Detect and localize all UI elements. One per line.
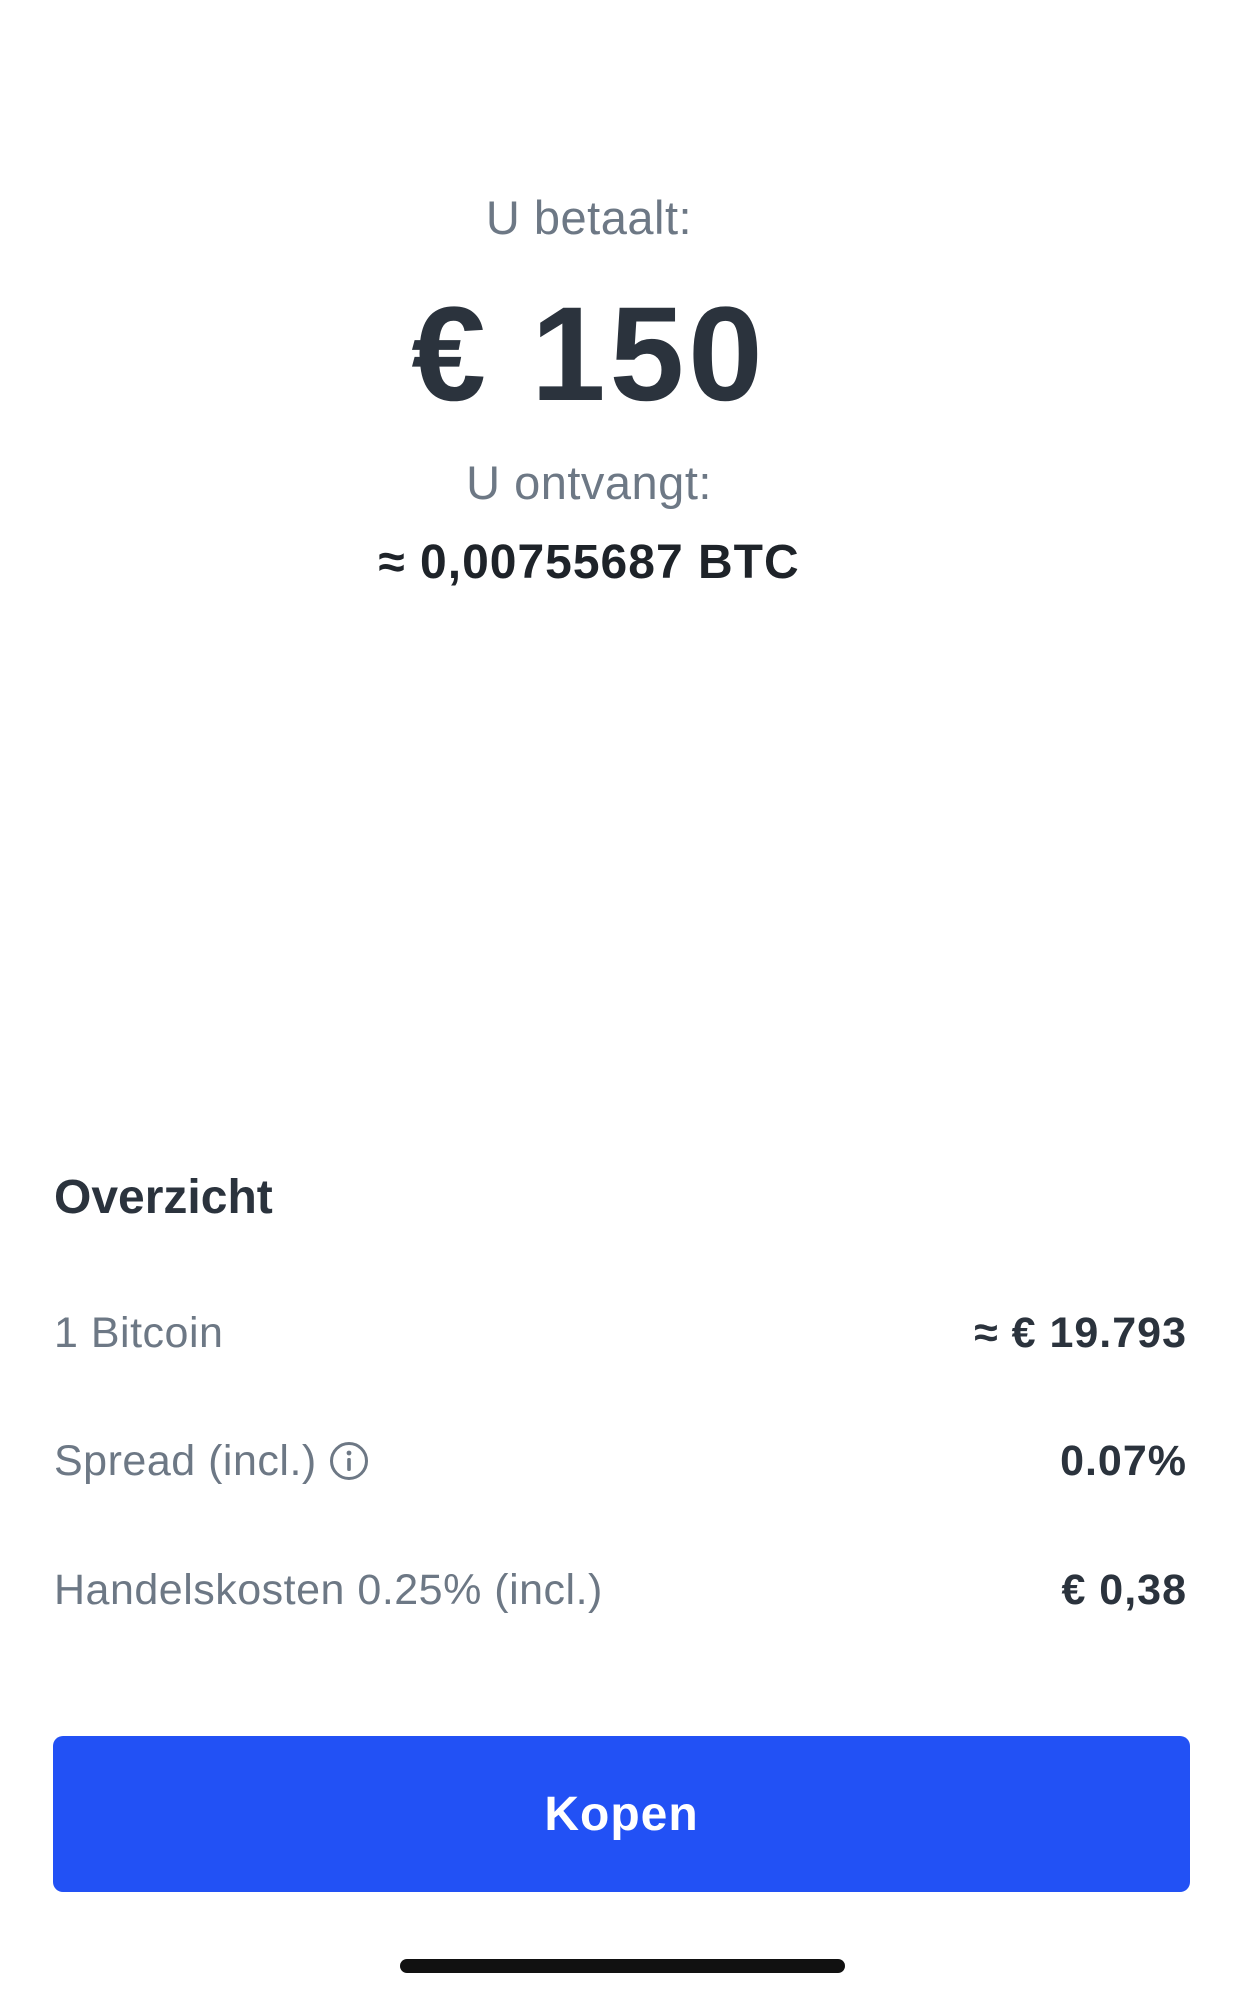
overview-row-label-text: Spread (incl.) [54, 1436, 317, 1485]
info-icon[interactable] [329, 1441, 369, 1481]
overview-row-trading-fee: Handelskosten 0.25% (incl.) € 0,38 [54, 1560, 1187, 1620]
overview-row-bitcoin-price: 1 Bitcoin ≈ € 19.793 [54, 1303, 1187, 1363]
overview-title: Overzicht [54, 1171, 273, 1224]
overview-row-label-text: Handelskosten 0.25% (incl.) [54, 1565, 603, 1614]
overview-row-value: ≈ € 19.793 [974, 1308, 1187, 1357]
overview-row-value: 0.07% [1060, 1436, 1187, 1485]
overview-row-value: € 0,38 [1061, 1565, 1187, 1614]
receive-amount: ≈ 0,00755687 BTC [378, 536, 800, 589]
overview-row-label: Handelskosten 0.25% (incl.) [54, 1566, 603, 1615]
pay-label: U betaalt: [485, 191, 693, 244]
overview-row-label-text: 1 Bitcoin [54, 1308, 224, 1357]
overview-row-spread: Spread (incl.) 0.07% [54, 1431, 1187, 1491]
home-indicator[interactable] [400, 1959, 845, 1973]
pay-amount: € 150 [411, 280, 767, 429]
buy-button[interactable]: Kopen [53, 1736, 1190, 1892]
overview-row-label: 1 Bitcoin [54, 1309, 223, 1358]
overview-row-label: Spread (incl.) [54, 1437, 369, 1486]
receive-label: U ontvangt: [466, 456, 712, 509]
